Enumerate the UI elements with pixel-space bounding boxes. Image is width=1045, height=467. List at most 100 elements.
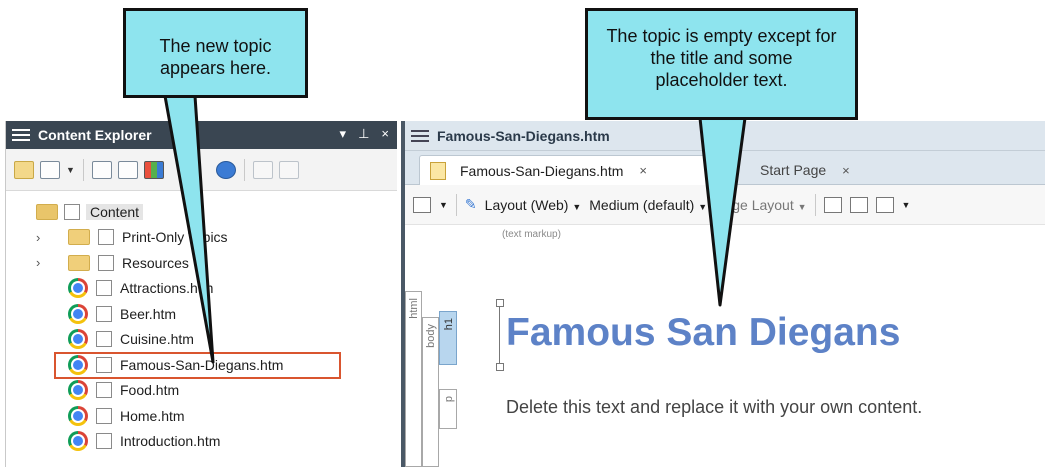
file-tree: Content › Print-Only Topics › Resources … [6,199,397,454]
callout-new-topic: The new topic appears here. [123,8,308,98]
tree-checkbox[interactable] [96,280,112,297]
content-explorer-panel: Content Explorer ▾ ⊥ × ▼ Content › Print… [5,121,397,467]
medium-label: Medium (default) [589,196,695,213]
layout-label: Layout (Web) [484,196,569,213]
tree-file-label: Beer.htm [120,305,177,322]
chrome-icon [68,278,88,299]
tree-checkbox[interactable] [96,433,112,450]
editor-window-title: Famous-San-Diegans.htm [437,127,610,144]
chrome-icon [68,431,88,452]
folder-icon [68,254,90,271]
close-icon[interactable]: × [381,126,389,142]
selection-highlight [54,352,341,379]
tab-close-icon[interactable]: × [639,163,647,178]
eyedropper-icon[interactable]: ✎ [465,196,477,213]
medium-dropdown[interactable]: Medium (default) ▼ [589,197,707,213]
tab-close-icon[interactable]: × [842,163,850,178]
tree-folder-label: Resources [122,254,189,271]
tree-file-introduction[interactable]: Introduction.htm [6,429,397,455]
tab-label: Famous-San-Diegans.htm [460,162,624,179]
page-layout-label: Page Layout [715,196,794,213]
callout-new-topic-text: The new topic appears here. [159,36,272,78]
tree-root-label: Content [86,203,144,220]
tab-start-page[interactable]: Start Page × [750,155,860,185]
document-icon [430,161,446,180]
tree-checkbox[interactable] [96,331,112,348]
tree-file-home[interactable]: Home.htm [6,403,397,429]
preview-icon[interactable] [413,196,431,213]
editor-toolbar: ▼ ✎ Layout (Web) ▼ Medium (default) ▼ Pa… [405,185,1045,225]
pin-icon[interactable]: ⊥ [358,126,369,142]
folder-open-icon [36,203,58,220]
tab-famous-san-diegans[interactable]: Famous-San-Diegans.htm × [419,155,734,185]
image-icon[interactable] [823,196,842,213]
placeholder-paragraph[interactable]: Delete this text and replace it with you… [506,397,922,418]
tree-file-famous-san-diegans[interactable]: Famous-San-Diegans.htm [6,352,397,379]
toolbar-divider [82,158,84,181]
chrome-icon [68,354,88,375]
tag-p: p [443,396,455,403]
editor-titlebar: Famous-San-Diegans.htm [405,121,1045,151]
tree-file-food[interactable]: Food.htm [6,378,397,404]
editor-tabstrip: Famous-San-Diegans.htm × Start Page × [405,151,1045,185]
browser-preview-icon[interactable] [215,160,236,179]
chrome-icon [68,405,88,426]
tree-checkbox[interactable] [96,305,112,322]
tree-root-content[interactable]: Content [6,199,397,225]
view-dropdown-icon[interactable]: ▼ [66,165,75,175]
tree-folder-resources[interactable]: › Resources [6,250,397,276]
toolbar-divider [455,193,457,216]
tree-checkbox[interactable] [96,382,112,399]
tree-folder-print-only[interactable]: › Print-Only Topics [6,225,397,251]
layout-dropdown[interactable]: Layout (Web) ▼ [485,197,582,213]
more-dropdown-icon[interactable]: ▼ [902,200,911,210]
panel-menu-icon[interactable] [411,127,429,145]
tree-checkbox[interactable] [98,254,114,271]
picture-icon[interactable] [875,196,894,213]
tree-folder-label: Print-Only Topics [122,229,228,246]
tree-file-label: Home.htm [120,407,185,424]
explorer-title: Content Explorer [38,127,152,143]
chrome-icon [68,380,88,401]
panel-dropdown-icon[interactable]: ▾ [340,126,347,142]
snippet-icon[interactable] [849,196,868,213]
expand-all-icon[interactable] [91,160,112,179]
toolbar-divider [243,158,245,181]
tree-checkbox[interactable] [98,229,114,246]
tag-body: body [425,324,437,348]
tab-label: Start Page [760,162,827,178]
collapse-all-icon[interactable] [117,160,138,179]
tree-file-attractions[interactable]: Attractions.htm [6,276,397,302]
callout-topic-empty: The topic is empty except for the title … [585,8,858,120]
preview-dropdown-icon[interactable]: ▼ [439,200,448,210]
tag-html: html [408,298,420,319]
panel-menu-icon[interactable] [12,126,30,144]
view-icon[interactable] [40,160,60,179]
explorer-window-controls: ▾ ⊥ × [340,126,389,142]
explorer-toolbar: ▼ [6,149,397,191]
page-layout-dropdown[interactable]: Page Layout ▼ [715,197,806,213]
tree-file-cuisine[interactable]: Cuisine.htm [6,327,397,353]
folder-icon[interactable] [14,160,34,179]
expand-arrow-icon[interactable]: › [36,230,40,245]
structure-bar-body[interactable]: body [422,317,439,467]
tree-file-label: Introduction.htm [120,433,221,450]
chrome-icon [68,303,88,324]
tag-h1: h1 [443,318,455,331]
expand-arrow-icon[interactable]: › [36,255,40,270]
grid-icon[interactable] [143,160,164,179]
properties-icon[interactable] [278,160,299,179]
structure-bar-html[interactable]: html [405,291,422,467]
heading-selection-handle[interactable] [496,299,505,371]
tree-file-beer[interactable]: Beer.htm [6,301,397,327]
chrome-icon [68,329,88,350]
topic-editor-panel: Famous-San-Diegans.htm Famous-San-Diegan… [401,121,1045,467]
explorer-titlebar: Content Explorer ▾ ⊥ × [6,121,397,149]
tree-checkbox[interactable] [64,203,80,220]
callout-topic-empty-text: The topic is empty except for the title … [606,26,837,90]
structure-bar-p[interactable]: p [439,389,457,429]
open-file-icon[interactable] [252,160,273,179]
structure-bar-h1[interactable]: h1 [439,311,457,365]
topic-heading[interactable]: Famous San Diegans [506,311,900,355]
tree-checkbox[interactable] [96,407,112,424]
